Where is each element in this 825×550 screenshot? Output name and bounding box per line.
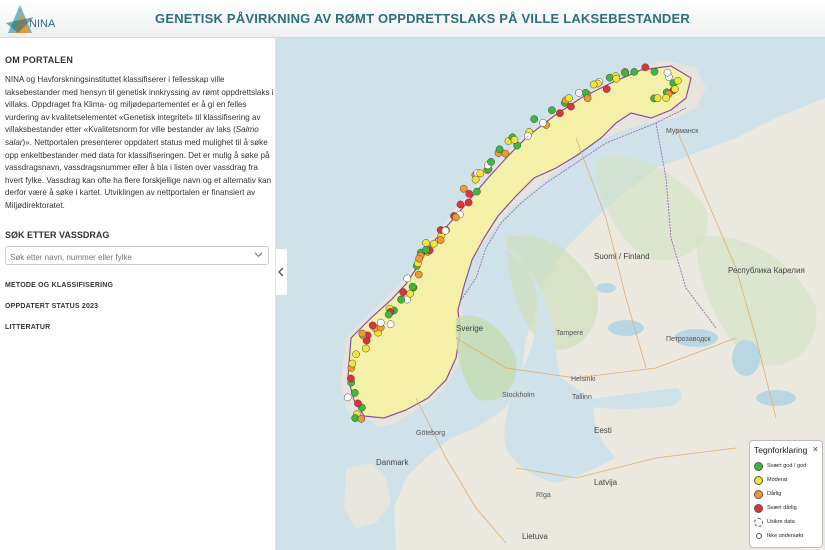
app-header: NINA GENETISK PÅVIRKNING AV RØMT OPPDRET…	[0, 0, 825, 38]
river-marker[interactable]	[567, 102, 575, 111]
collapse-sidebar-button[interactable]	[276, 248, 288, 296]
river-marker[interactable]	[539, 119, 547, 127]
legend-close-button[interactable]: ×	[813, 444, 818, 454]
river-marker[interactable]	[476, 169, 485, 178]
river-marker[interactable]	[575, 88, 583, 97]
legend-dot-very-poor	[754, 503, 763, 513]
legend-item-poor: Dårlig	[754, 487, 818, 501]
river-marker[interactable]	[452, 213, 460, 222]
link-status-2023[interactable]: OPPDATERT STATUS 2023	[5, 303, 270, 310]
river-marker[interactable]	[384, 310, 393, 319]
legend-dot-uncertain	[754, 517, 763, 527]
river-marker[interactable]	[406, 289, 415, 298]
river-marker[interactable]	[662, 94, 671, 102]
river-marker[interactable]	[368, 321, 377, 330]
river-marker[interactable]	[358, 329, 367, 338]
search-select[interactable]	[5, 245, 269, 266]
about-title: OM PORTALEN	[5, 55, 74, 65]
river-marker[interactable]	[671, 85, 679, 93]
river-marker[interactable]	[376, 318, 385, 327]
legend-item-moderate: Moderat	[754, 473, 818, 487]
river-marker[interactable]	[602, 85, 611, 93]
legend-title: Tegnforklaring	[754, 445, 808, 455]
search-input[interactable]	[6, 248, 246, 266]
river-marker[interactable]	[653, 94, 662, 102]
sidebar: OM PORTALEN NINA og Havforskningsinstitu…	[0, 38, 276, 550]
river-marker[interactable]	[350, 389, 359, 397]
link-method[interactable]: METODE OG KLASSIFISERING	[5, 282, 270, 289]
river-marker[interactable]	[422, 245, 430, 254]
river-marker[interactable]	[465, 189, 474, 198]
river-marker[interactable]	[589, 80, 598, 89]
river-marker[interactable]	[612, 74, 621, 83]
map[interactable]: Мурманск Suomi / Finland Республика Каре…	[276, 38, 825, 550]
river-marker[interactable]	[347, 374, 355, 383]
chevron-down-icon[interactable]	[254, 250, 263, 259]
river-marker[interactable]	[621, 69, 629, 78]
river-marker[interactable]	[673, 76, 682, 85]
search-title: SØK ETTER VASSDRAG	[5, 229, 110, 240]
river-marker[interactable]	[352, 350, 360, 359]
about-text: NINA og Havforskningsinstituttet klassif…	[5, 75, 274, 210]
river-marker[interactable]	[663, 68, 672, 77]
river-markers[interactable]	[276, 38, 825, 550]
river-marker[interactable]	[464, 198, 473, 207]
river-marker[interactable]	[414, 270, 423, 279]
river-marker[interactable]	[556, 109, 564, 118]
river-marker[interactable]	[459, 184, 468, 193]
river-marker[interactable]	[471, 175, 480, 184]
river-marker[interactable]	[530, 115, 539, 123]
river-marker[interactable]	[422, 239, 430, 247]
legend-dot-good	[754, 461, 763, 471]
river-marker[interactable]	[650, 67, 659, 76]
legend-item-good: Svært god / god	[754, 459, 818, 473]
river-marker[interactable]	[473, 187, 481, 196]
river-marker[interactable]	[430, 239, 438, 248]
legend: Tegnforklaring × Svært god / god Moderat…	[749, 440, 823, 548]
legend-item-very-poor: Svært dårlig	[754, 501, 818, 515]
legend-dot-poor	[754, 489, 763, 499]
legend-item-not-examined: Ikke undersøkt	[754, 529, 818, 543]
river-marker[interactable]	[436, 236, 445, 244]
river-marker[interactable]	[348, 359, 357, 368]
river-marker[interactable]	[408, 282, 417, 291]
river-marker[interactable]	[583, 94, 592, 103]
river-marker[interactable]	[403, 274, 412, 283]
river-marker[interactable]	[548, 106, 556, 115]
river-marker[interactable]	[357, 415, 366, 423]
chevron-left-icon	[278, 267, 284, 277]
river-marker[interactable]	[456, 200, 465, 209]
river-marker[interactable]	[641, 63, 650, 72]
river-marker[interactable]	[630, 68, 639, 76]
river-marker[interactable]	[487, 158, 495, 166]
river-marker[interactable]	[415, 254, 423, 263]
page-title: GENETISK PÅVIRKNING AV RØMT OPPDRETTSLAK…	[155, 11, 690, 26]
river-marker[interactable]	[386, 320, 395, 329]
river-marker[interactable]	[523, 132, 532, 140]
river-marker[interactable]	[501, 149, 510, 158]
river-marker[interactable]	[399, 288, 408, 296]
river-marker[interactable]	[397, 295, 406, 304]
river-marker[interactable]	[343, 393, 352, 402]
river-marker[interactable]	[441, 226, 450, 235]
river-marker[interactable]	[361, 344, 370, 353]
link-literature[interactable]: LITTERATUR	[5, 324, 270, 331]
legend-dot-moderate	[754, 475, 763, 485]
legend-item-uncertain: Usikre data	[754, 515, 818, 529]
river-marker[interactable]	[565, 94, 573, 103]
legend-dot-not-examined	[756, 533, 762, 539]
river-marker[interactable]	[354, 399, 362, 408]
river-marker[interactable]	[510, 135, 519, 144]
